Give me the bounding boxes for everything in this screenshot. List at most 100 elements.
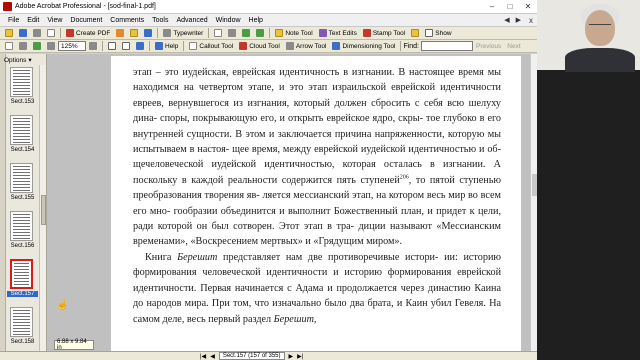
thumbnail-label: Sect.158 <box>10 339 35 345</box>
stamp-tool-button[interactable]: Stamp Tool <box>360 27 408 39</box>
thumbnail-text-line <box>13 316 30 317</box>
secure-button[interactable] <box>127 27 141 39</box>
thumbnail-scrollbar[interactable] <box>39 65 46 351</box>
previous-page-button[interactable]: ◀ <box>210 353 215 360</box>
page-thumbnail[interactable]: Sect.154 <box>6 113 39 161</box>
snapshot-button[interactable] <box>225 27 239 39</box>
cloud-icon <box>239 42 248 50</box>
menu-tools[interactable]: Tools <box>148 17 172 24</box>
folder-icon <box>5 29 13 37</box>
last-page-button[interactable]: ▶| <box>297 353 303 360</box>
zoom-tool-button[interactable] <box>30 40 44 52</box>
maximize-button[interactable]: □ <box>501 0 519 14</box>
minimize-button[interactable]: – <box>483 0 501 14</box>
typewriter-button[interactable]: Typewriter <box>160 27 206 39</box>
thumbnail-text-line <box>13 172 30 173</box>
options-menu[interactable]: Options ▾ <box>4 56 32 65</box>
menu-comments[interactable]: Comments <box>106 17 148 24</box>
print-button[interactable] <box>30 27 44 39</box>
arrow-icon <box>285 42 294 50</box>
save-button[interactable] <box>16 27 30 39</box>
thumbnail-text-line <box>13 238 30 239</box>
zoom-out-button[interactable] <box>253 27 267 39</box>
arrow-right-icon[interactable]: ▶ <box>514 16 523 24</box>
thumbnail-text-line <box>14 287 29 288</box>
arrow-tool-label: Arrow Tool <box>295 42 327 50</box>
menu-file[interactable]: File <box>4 17 23 24</box>
document-close-button[interactable]: x <box>525 16 537 25</box>
document-scrollbar[interactable] <box>530 54 537 351</box>
thumbnail-text-line <box>13 85 30 86</box>
thumbnail-text-line <box>13 169 30 170</box>
scrollbar-thumb[interactable] <box>41 195 46 225</box>
thumbnail-preview <box>10 163 33 193</box>
open-button[interactable] <box>2 27 16 39</box>
arrow-left-icon[interactable]: ◀ <box>502 16 511 24</box>
menu-window[interactable]: Window <box>212 17 245 24</box>
create-pdf-icon <box>66 29 74 37</box>
thumbnail-text-line <box>13 178 30 179</box>
page-thumbnail[interactable]: Sect.156 <box>6 209 39 257</box>
thumbnail-text-line <box>13 136 30 137</box>
text-line: этап – это иудейская, еврейская идентичн… <box>133 67 406 78</box>
select-text-button[interactable] <box>16 40 30 52</box>
zoom-out-small-button[interactable] <box>44 40 58 52</box>
zoom-in-button[interactable] <box>239 27 253 39</box>
thumbnail-text-line <box>13 175 30 176</box>
text-line: гообразии объединится и выполнит Божеств… <box>173 205 433 217</box>
first-page-button[interactable]: |◀ <box>200 353 206 360</box>
zoom-level-field[interactable]: 125% <box>58 41 86 51</box>
text-select-icon <box>19 42 27 50</box>
page-number-field[interactable]: Sect.157 (157 of 355) <box>218 352 285 360</box>
arrow-tool-button[interactable]: Arrow Tool <box>283 40 330 52</box>
thumbnail-text-line <box>13 91 30 92</box>
dimensioning-tool-button[interactable]: Dimensioning Tool <box>329 40 398 52</box>
page-thumbnail[interactable]: Sect.158 <box>6 305 39 351</box>
menu-help[interactable]: Help <box>245 17 267 24</box>
thumbnail-text-line <box>13 232 30 233</box>
zoom-in-small-button[interactable] <box>86 40 100 52</box>
create-pdf-button[interactable]: Create PDF <box>63 27 113 39</box>
fit-width-button[interactable] <box>119 40 133 52</box>
magnifier-icon <box>33 42 41 50</box>
cloud-tool-button[interactable]: Cloud Tool <box>236 40 283 52</box>
thumbnail-text-line <box>13 82 30 83</box>
previous-label: Previous <box>476 42 502 50</box>
page-thumbnail[interactable]: Sect.155 <box>6 161 39 209</box>
note-tool-button[interactable]: Note Tool <box>272 27 315 39</box>
close-button[interactable]: ✕ <box>519 0 537 14</box>
thumbnail-label: Sect.156 <box>10 243 35 249</box>
callout-tool-button[interactable]: Callout Tool <box>186 40 236 52</box>
callout-icon <box>189 42 198 50</box>
select-tool-button[interactable] <box>211 27 225 39</box>
dimensioning-tool-label: Dimensioning Tool <box>342 42 396 50</box>
chevron-down-icon: ▾ <box>28 57 32 64</box>
email-button[interactable] <box>44 27 58 39</box>
print-icon <box>33 29 41 37</box>
fit-page-button[interactable] <box>105 40 119 52</box>
menu-advanced[interactable]: Advanced <box>172 17 211 24</box>
menu-edit[interactable]: Edit <box>23 17 43 24</box>
hand-tool-button[interactable] <box>2 40 16 52</box>
next-button[interactable]: Next <box>504 40 523 52</box>
page-thumbnail[interactable]: Sect.157 <box>6 257 39 305</box>
document-view[interactable]: этап – это иудейская, еврейская идентичн… <box>47 54 530 351</box>
menu-document[interactable]: Document <box>66 17 106 24</box>
previous-button[interactable]: Previous <box>473 40 504 52</box>
page-thumbnail[interactable]: Sect.153 <box>6 65 39 113</box>
menu-view[interactable]: View <box>43 17 66 24</box>
help-label: Help <box>165 42 179 50</box>
find-input[interactable] <box>421 41 473 51</box>
italic-book-title: Берешит <box>273 313 314 325</box>
text-edits-button[interactable]: Text Edits <box>316 27 360 39</box>
combine-button[interactable] <box>113 27 127 39</box>
show-button[interactable]: Show <box>422 27 454 39</box>
next-page-button[interactable]: ▶ <box>289 353 294 360</box>
rotate-button[interactable] <box>133 40 147 52</box>
highlight-button[interactable] <box>408 27 422 39</box>
sign-button[interactable] <box>141 27 155 39</box>
dimensioning-icon <box>332 42 341 50</box>
help-button[interactable]: Help <box>152 40 181 52</box>
acrobat-logo-icon <box>3 2 12 11</box>
zoom-out-icon <box>256 29 265 37</box>
